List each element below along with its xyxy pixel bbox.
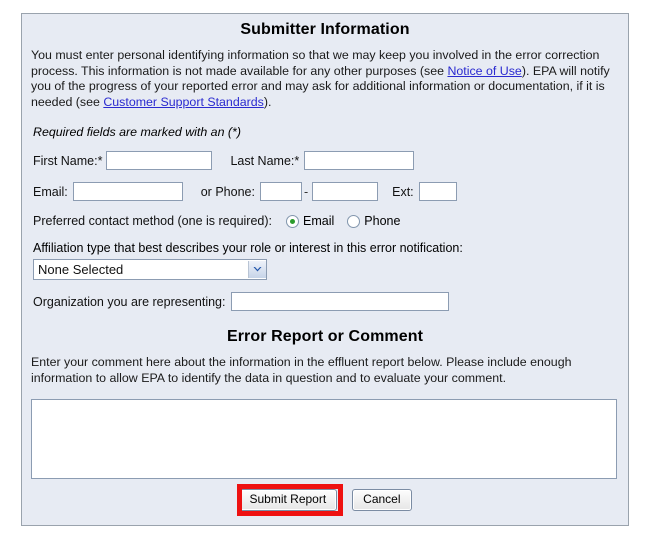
affiliation-select[interactable]: None Selected — [33, 259, 267, 281]
phone-number-input[interactable] — [312, 182, 379, 202]
last-name-input[interactable] — [304, 151, 415, 171]
comment-textarea[interactable] — [31, 398, 617, 479]
radio-option-phone[interactable]: Phone — [347, 214, 400, 228]
name-row: First Name:* Last Name:* — [31, 151, 619, 171]
affiliation-label: Affiliation type that best describes you… — [33, 241, 463, 256]
last-name-label: Last Name:* — [230, 153, 300, 168]
radio-option-email-label: Email — [303, 214, 335, 229]
comment-field-wrap — [22, 398, 628, 479]
email-input[interactable] — [72, 182, 183, 202]
first-name-label: First Name:* — [33, 153, 103, 168]
phone-area-input[interactable] — [259, 182, 302, 202]
contact-method-radio-group: Email Phone — [286, 214, 413, 228]
radio-unselected-icon — [347, 214, 361, 228]
email-label: Email: — [33, 184, 68, 199]
error-report-instructions: Enter your comment here about the inform… — [31, 355, 572, 385]
radio-option-phone-label: Phone — [364, 214, 401, 229]
phone-label: or Phone: — [200, 184, 255, 199]
chevron-down-icon[interactable] — [248, 261, 266, 279]
preferred-contact-method-row: Preferred contact method (one is require… — [31, 214, 619, 228]
preferred-contact-method-label: Preferred contact method (one is require… — [33, 214, 273, 229]
ext-label: Ext: — [392, 184, 414, 199]
radio-selected-icon — [286, 214, 300, 228]
notice-of-use-link[interactable]: Notice of Use — [447, 64, 521, 78]
page-title: Submitter Information — [240, 21, 410, 38]
required-fields-note: Required fields are marked with an (*) — [33, 125, 241, 140]
phone-separator: - — [303, 184, 309, 199]
submitter-information-panel: Submitter Information You must enter per… — [21, 13, 629, 526]
radio-option-email[interactable]: Email — [286, 214, 334, 228]
cancel-button[interactable]: Cancel — [352, 488, 412, 511]
contact-row: Email: or Phone: - Ext: — [31, 182, 619, 202]
button-bar: Submit Report Cancel — [22, 483, 628, 525]
customer-support-standards-link[interactable]: Customer Support Standards — [103, 95, 263, 109]
organization-input[interactable] — [231, 292, 450, 312]
organization-label: Organization you are representing: — [33, 294, 226, 309]
intro-text-part-3: ). — [263, 94, 272, 109]
error-report-title: Error Report or Comment — [226, 328, 424, 346]
organization-row: Organization you are representing: — [31, 292, 619, 312]
ext-input[interactable] — [418, 182, 457, 202]
first-name-input[interactable] — [106, 151, 213, 171]
intro-paragraph: You must enter personal identifying info… — [31, 48, 619, 112]
affiliation-selected-value: None Selected — [38, 262, 124, 278]
submit-report-button[interactable]: Submit Report — [238, 488, 338, 511]
